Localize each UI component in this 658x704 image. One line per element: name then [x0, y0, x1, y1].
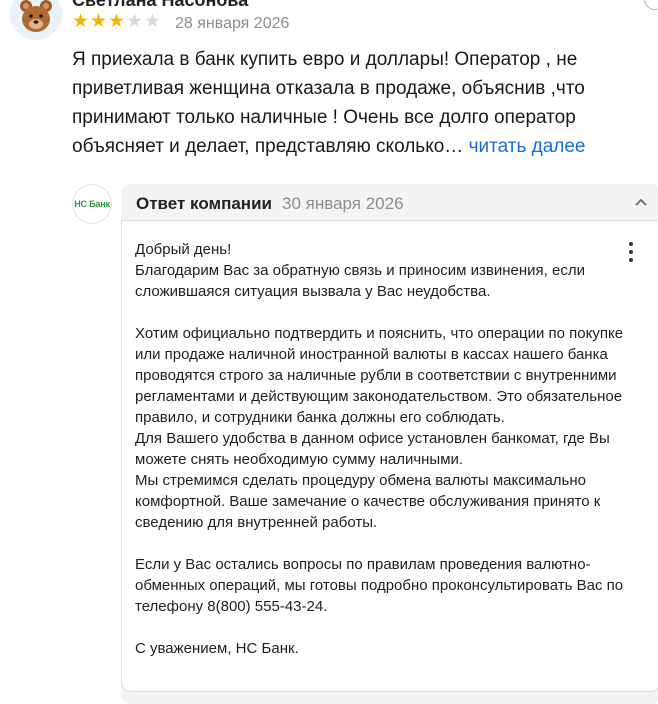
chevron-up-icon[interactable]: [633, 194, 649, 210]
company-reply-date: 30 января 2026: [282, 194, 404, 213]
read-more-link[interactable]: читать далее: [469, 136, 586, 157]
kebab-menu-icon[interactable]: [626, 242, 636, 264]
review-rating-stars: ★★★★★: [72, 12, 162, 32]
reply-paragraph: Если у Вас остались вопросы по правилам …: [135, 556, 624, 615]
star-filled-icon: ★: [72, 11, 90, 32]
company-logo-text: НС Банк: [74, 199, 110, 209]
star-empty-icon: ★: [126, 11, 144, 32]
company-reply-title: Ответ компании: [136, 194, 272, 213]
bear-icon: [20, 0, 52, 32]
more-options-icon[interactable]: [644, 0, 658, 10]
reply-signature: С уважением, НС Банк.: [135, 640, 299, 657]
review-date: 28 января 2026: [175, 15, 290, 32]
company-reply-card: Ответ компании 30 января 2026 Добрый ден…: [121, 184, 658, 704]
user-avatar[interactable]: [10, 0, 62, 40]
star-filled-icon: ★: [108, 11, 126, 32]
company-reply-body: Добрый день! Благодарим Вас за обратную …: [121, 220, 658, 692]
star-filled-icon: ★: [90, 11, 108, 32]
star-empty-icon: ★: [144, 11, 162, 32]
company-reply-text: Добрый день! Благодарим Вас за обратную …: [135, 239, 635, 659]
reply-paragraph: Добрый день! Благодарим Вас за обратную …: [135, 241, 585, 300]
review-author-name[interactable]: Светлана Насонова: [72, 0, 248, 11]
review-text: Я приехала в банк купить евро и доллары!…: [72, 45, 642, 161]
reply-paragraph: Хотим официально подтвердить и пояснить,…: [135, 325, 624, 531]
company-logo[interactable]: НС Банк: [72, 184, 112, 224]
